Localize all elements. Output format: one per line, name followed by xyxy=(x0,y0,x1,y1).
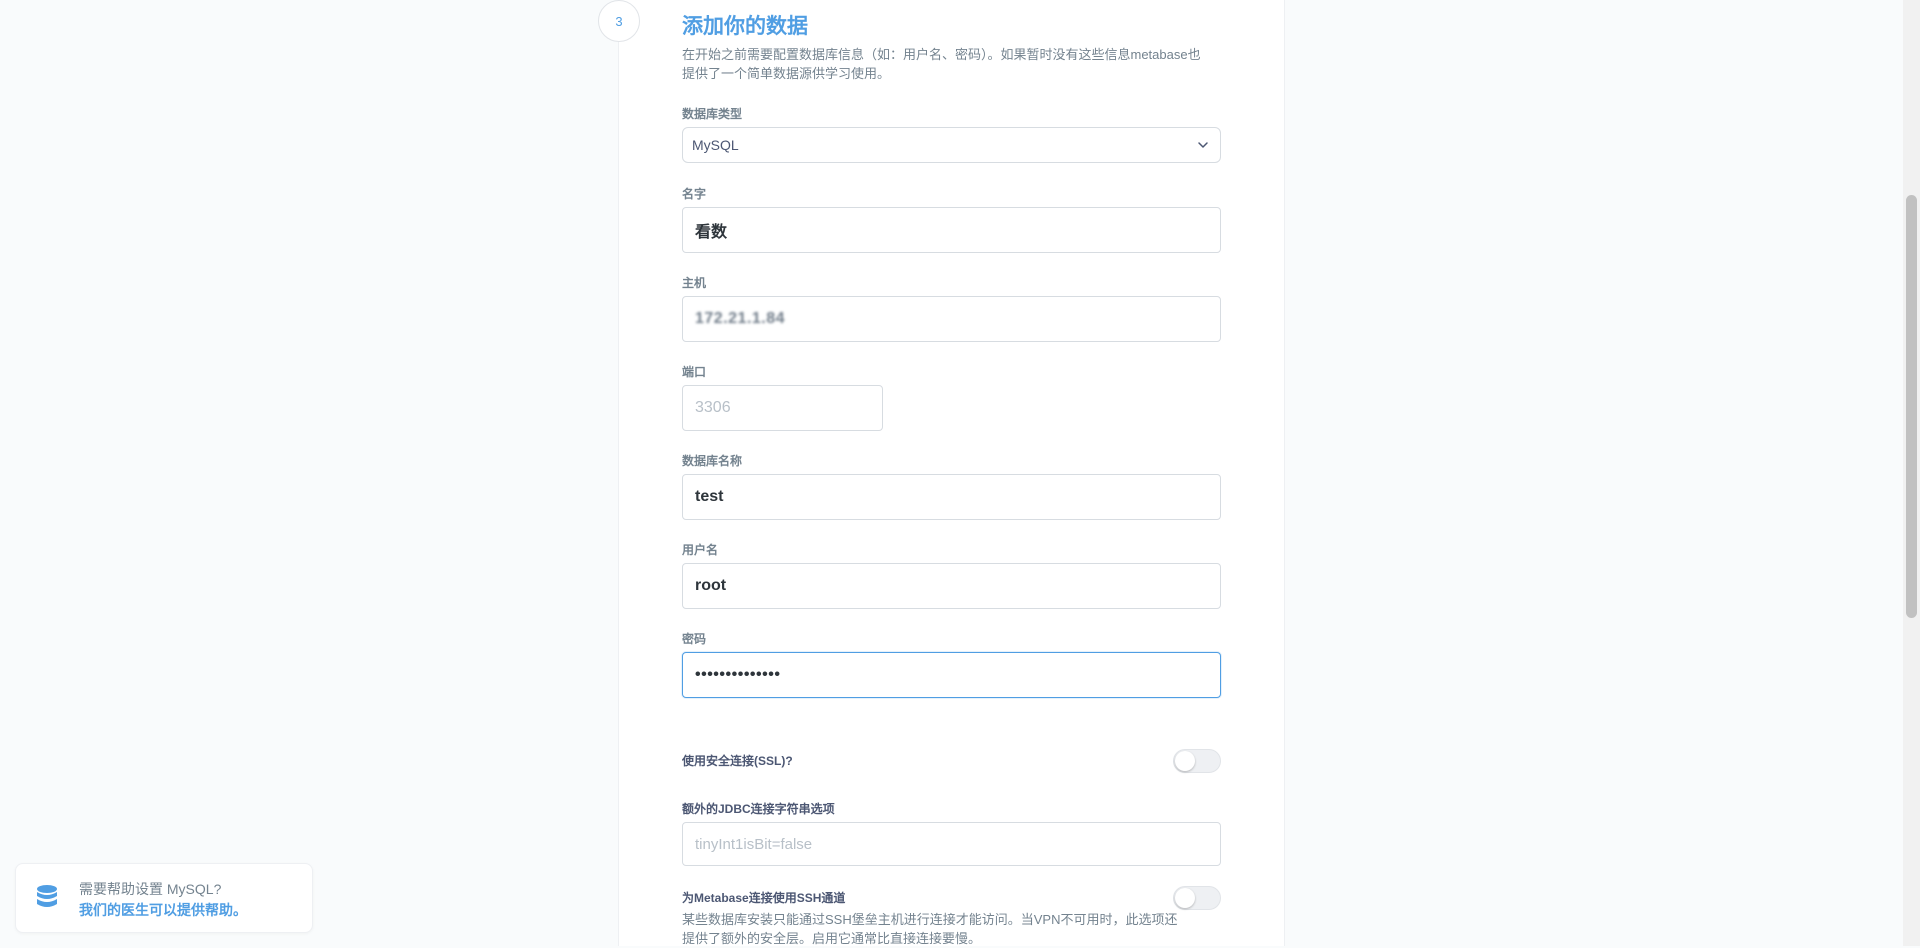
help-title: 需要帮助设置 MySQL? xyxy=(79,881,222,897)
db-type-value: MySQL xyxy=(692,137,739,153)
jdbc-label: 额外的JDBC连接字符串选项 xyxy=(682,802,835,816)
password-label: 密码 xyxy=(682,632,707,646)
db-type-label: 数据库类型 xyxy=(682,107,743,121)
name-label: 名字 xyxy=(682,187,707,201)
jdbc-input[interactable]: tinyInt1isBit=false xyxy=(682,822,1221,866)
ssl-toggle-knob xyxy=(1175,751,1195,771)
ssh-description: 某些数据库安装只能通过SSH堡垒主机进行连接才能访问。当VPN不可用时，此选项还… xyxy=(682,912,1178,946)
scrollbar-thumb[interactable] xyxy=(1906,195,1917,618)
username-input[interactable]: root xyxy=(682,563,1221,609)
username-value: root xyxy=(695,577,727,594)
name-value: 看数 xyxy=(695,224,728,241)
database-icon xyxy=(37,885,57,907)
chevron-down-icon xyxy=(1198,142,1208,148)
help-card[interactable]: 需要帮助设置 MySQL? 我们的医生可以提供帮助。 xyxy=(15,863,313,933)
port-placeholder: 3306 xyxy=(695,399,731,416)
password-value: •••••••••••••• xyxy=(695,666,781,683)
ssh-toggle-knob xyxy=(1175,888,1195,908)
help-link[interactable]: 我们的医生可以提供帮助。 xyxy=(79,900,247,920)
port-input[interactable]: 3306 xyxy=(682,385,883,431)
ssh-toggle[interactable] xyxy=(1173,886,1221,910)
db-name-value: test xyxy=(695,488,724,505)
ssl-toggle[interactable] xyxy=(1173,749,1221,773)
db-name-input[interactable]: test xyxy=(682,474,1221,520)
username-label: 用户名 xyxy=(682,543,719,557)
step-number-badge: 3 xyxy=(598,0,640,42)
db-name-label: 数据库名称 xyxy=(682,454,743,468)
name-input[interactable]: 看数 xyxy=(682,207,1221,253)
ssl-label: 使用安全连接(SSL)? xyxy=(682,754,793,768)
host-label: 主机 xyxy=(682,276,707,290)
jdbc-placeholder: tinyInt1isBit=false xyxy=(695,835,813,853)
db-type-select[interactable]: MySQL xyxy=(682,127,1221,163)
port-label: 端口 xyxy=(682,365,707,379)
section-title: 添加你的数据 xyxy=(682,15,808,38)
ssh-label: 为Metabase连接使用SSH通道 xyxy=(682,891,846,905)
host-value: 172.21.1.84 xyxy=(695,310,786,327)
step-number: 3 xyxy=(615,13,623,29)
section-description: 在开始之前需要配置数据库信息（如：用户名、密码）。如果暂时没有这些信息metab… xyxy=(682,47,1201,81)
host-input[interactable]: 172.21.1.84 xyxy=(682,296,1221,342)
password-input[interactable]: •••••••••••••• xyxy=(682,652,1221,698)
